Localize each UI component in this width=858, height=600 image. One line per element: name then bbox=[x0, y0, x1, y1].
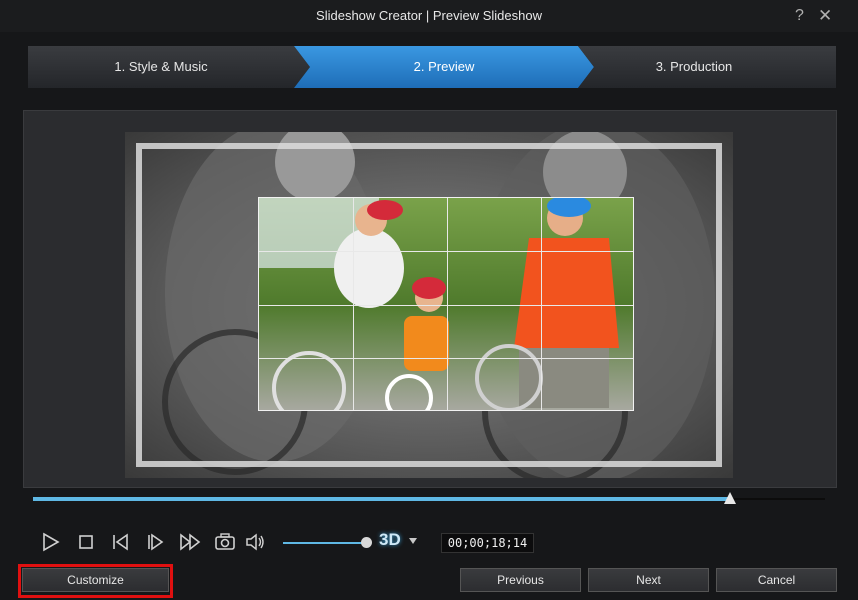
3d-mode-button[interactable]: 3D bbox=[379, 530, 401, 550]
step-preview[interactable]: 2. Preview bbox=[310, 59, 578, 74]
next-frame-icon[interactable] bbox=[144, 531, 166, 553]
grid-line bbox=[447, 198, 448, 410]
snapshot-icon[interactable] bbox=[214, 531, 236, 553]
stop-icon[interactable] bbox=[75, 531, 97, 553]
timecode-display: 00;00;18;14 bbox=[441, 533, 534, 553]
volume-slider-handle[interactable] bbox=[361, 537, 372, 548]
step-wizard: 1. Style & Music 2. Preview 3. Productio… bbox=[28, 46, 836, 88]
seek-handle[interactable] bbox=[723, 492, 736, 504]
grid-line bbox=[259, 251, 633, 252]
window-title: Slideshow Creator | Preview Slideshow bbox=[316, 8, 542, 23]
grid-line bbox=[541, 198, 542, 410]
volume-icon[interactable] bbox=[244, 531, 266, 553]
crop-grid[interactable] bbox=[258, 197, 634, 411]
play-icon[interactable] bbox=[40, 531, 62, 553]
seek-progress bbox=[33, 497, 730, 501]
step-production[interactable]: 3. Production bbox=[594, 59, 794, 74]
next-button[interactable]: Next bbox=[588, 568, 709, 592]
cancel-button[interactable]: Cancel bbox=[716, 568, 837, 592]
grid-line bbox=[259, 358, 633, 359]
help-icon[interactable]: ? bbox=[795, 7, 804, 25]
previous-button[interactable]: Previous bbox=[460, 568, 581, 592]
grid-line bbox=[353, 198, 354, 410]
title-bar: Slideshow Creator | Preview Slideshow ? … bbox=[0, 0, 858, 32]
close-icon[interactable]: ✕ bbox=[818, 7, 832, 25]
3d-dropdown-arrow-icon[interactable] bbox=[409, 538, 417, 544]
volume-slider[interactable] bbox=[283, 542, 367, 544]
step-style-music[interactable]: 1. Style & Music bbox=[28, 59, 294, 74]
fast-forward-icon[interactable] bbox=[179, 531, 201, 553]
grid-line bbox=[259, 305, 633, 306]
previous-frame-icon[interactable] bbox=[109, 531, 131, 553]
highlight-annotation bbox=[18, 564, 173, 598]
